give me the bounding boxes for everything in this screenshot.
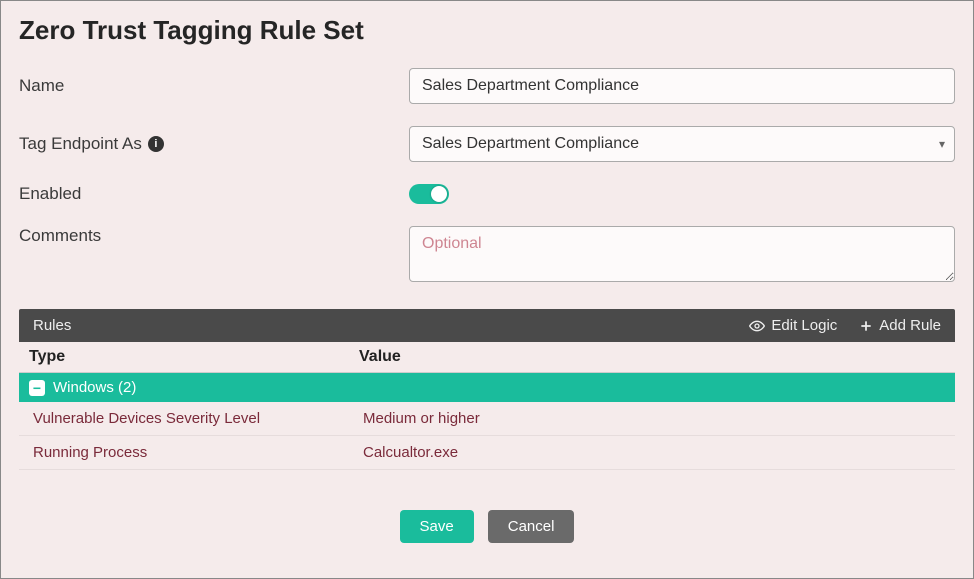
rule-value: Calcualtor.exe [363, 444, 945, 461]
enabled-toggle[interactable] [409, 184, 449, 204]
rule-row[interactable]: Running Process Calcualtor.exe [19, 436, 955, 470]
rules-table-head: Type Value [19, 342, 955, 373]
save-button[interactable]: Save [400, 510, 474, 543]
form-row-tag: Tag Endpoint As i Sales Department Compl… [19, 126, 955, 162]
edit-logic-button[interactable]: Edit Logic [749, 317, 837, 334]
info-icon[interactable]: i [148, 136, 164, 152]
rule-value: Medium or higher [363, 410, 945, 427]
column-type: Type [29, 348, 359, 366]
name-input[interactable] [409, 68, 955, 104]
comments-textarea[interactable] [409, 226, 955, 282]
add-rule-label: Add Rule [879, 317, 941, 334]
form-row-enabled: Enabled [19, 184, 955, 204]
collapse-icon[interactable]: − [29, 380, 45, 396]
rule-group-label: Windows (2) [53, 379, 136, 396]
comments-label: Comments [19, 226, 409, 246]
toggle-knob [431, 186, 447, 202]
button-row: Save Cancel [19, 510, 955, 543]
column-value: Value [359, 348, 941, 366]
tag-label-text: Tag Endpoint As [19, 134, 142, 154]
enabled-label: Enabled [19, 184, 409, 204]
name-label: Name [19, 76, 409, 96]
rules-header: Rules Edit Logic Add Rule [19, 309, 955, 342]
rule-group-windows[interactable]: − Windows (2) [19, 373, 955, 402]
form-row-comments: Comments [19, 226, 955, 287]
eye-icon [749, 318, 765, 334]
add-rule-button[interactable]: Add Rule [859, 317, 941, 334]
tag-label: Tag Endpoint As i [19, 134, 409, 154]
page-title: Zero Trust Tagging Rule Set [19, 15, 955, 46]
rule-row[interactable]: Vulnerable Devices Severity Level Medium… [19, 402, 955, 436]
form-row-name: Name [19, 68, 955, 104]
cancel-button[interactable]: Cancel [488, 510, 575, 543]
tag-endpoint-select[interactable]: Sales Department Compliance [409, 126, 955, 162]
rule-type: Running Process [33, 444, 363, 461]
rules-header-title: Rules [33, 317, 727, 334]
plus-icon [859, 319, 873, 333]
edit-logic-label: Edit Logic [771, 317, 837, 334]
rule-type: Vulnerable Devices Severity Level [33, 410, 363, 427]
